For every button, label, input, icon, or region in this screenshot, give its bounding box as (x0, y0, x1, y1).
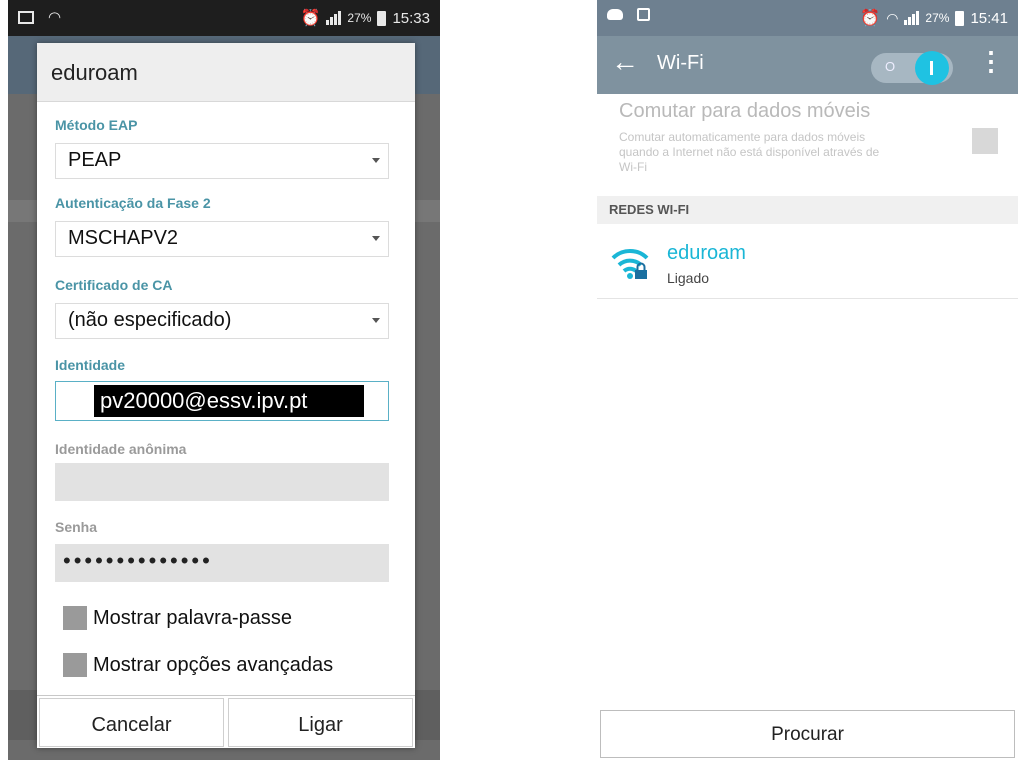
ca-certificate-label: Certificado de CA (55, 277, 173, 293)
password-input[interactable]: •••••••••••••• (55, 544, 389, 582)
status-bar: ◠ ⏰ 27% 15:33 (8, 0, 440, 36)
status-bar: ⏰ ◠ 27% 15:41 (597, 0, 1018, 36)
shopping-bag-icon (637, 8, 650, 21)
checkbox-icon (63, 653, 87, 677)
left-phone-screen: ◠ ⏰ 27% 15:33 eduroam Método EAP PEAP Au… (8, 0, 440, 760)
dropdown-arrow-icon (372, 158, 380, 163)
eap-method-select[interactable]: PEAP (55, 143, 389, 179)
phase2-select[interactable]: MSCHAPV2 (55, 221, 389, 257)
battery-icon (955, 10, 965, 26)
alarm-icon: ⏰ (860, 10, 881, 27)
app-bar: ← Wi-Fi O ⋮ (597, 36, 1018, 94)
page-title: Wi-Fi (657, 52, 704, 74)
ca-certificate-select[interactable]: (não especificado) (55, 303, 389, 339)
toggle-knob (915, 51, 949, 85)
image-notification-icon (18, 10, 34, 24)
wifi-toggle[interactable]: O (871, 51, 953, 85)
password-value: •••••••••••••• (63, 548, 213, 573)
wifi-status-icon: ◠ (48, 9, 62, 26)
section-header-label: REDES WI-FI (609, 202, 690, 217)
cloud-upload-icon (607, 9, 623, 20)
battery-percent: 27% (347, 11, 372, 25)
eduroam-config-dialog: eduroam Método EAP PEAP Autenticação da … (37, 43, 415, 748)
switch-mobile-data-desc: Comutar automaticamente para dados móvei… (619, 130, 880, 174)
clock: 15:33 (392, 9, 430, 27)
wifi-lock-icon (611, 248, 649, 279)
cancel-button[interactable]: Cancelar (39, 698, 224, 747)
checkbox-icon (63, 606, 87, 630)
show-password-label: Mostrar palavra-passe (93, 606, 292, 629)
alarm-icon: ⏰ (300, 10, 321, 27)
show-advanced-checkbox[interactable]: Mostrar opções avançadas (63, 652, 333, 678)
dropdown-arrow-icon (372, 318, 380, 323)
network-row-eduroam[interactable]: eduroam Ligado (597, 226, 1018, 299)
battery-icon (377, 10, 387, 26)
back-arrow-icon[interactable]: ← (611, 46, 639, 78)
network-status: Ligado (667, 270, 710, 286)
switch-mobile-data-title: Comutar para dados móveis (619, 100, 871, 122)
dialog-title: eduroam (37, 43, 415, 102)
switch-mobile-data-checkbox[interactable] (972, 128, 998, 154)
battery-percent: 27% (925, 11, 950, 25)
eap-method-value: PEAP (68, 149, 122, 171)
toggle-off-mark: O (885, 59, 896, 74)
password-label: Senha (55, 519, 98, 535)
eap-method-label: Método EAP (55, 117, 138, 133)
dropdown-arrow-icon (372, 236, 380, 241)
dialog-buttons: Cancelar Ligar (37, 695, 415, 749)
right-phone-screen: ⏰ ◠ 27% 15:41 ← Wi-Fi O ⋮ Comutar para d… (597, 0, 1018, 760)
more-options-icon[interactable]: ⋮ (978, 46, 1004, 77)
network-name: eduroam (667, 242, 746, 264)
identity-input[interactable]: pv20000@essv.ipv.pt (55, 381, 389, 421)
clock: 15:41 (970, 9, 1008, 27)
identity-value: pv20000@essv.ipv.pt (94, 385, 364, 417)
signal-icon (326, 11, 342, 25)
show-advanced-label: Mostrar opções avançadas (93, 653, 334, 676)
search-button[interactable]: Procurar (600, 710, 1015, 758)
connect-button[interactable]: Ligar (228, 698, 413, 747)
show-password-checkbox[interactable]: Mostrar palavra-passe (63, 605, 292, 631)
anonymous-identity-label: Identidade anônima (55, 441, 187, 457)
signal-icon (904, 11, 920, 25)
identity-label: Identidade (55, 357, 126, 373)
wifi-networks-header: REDES WI-FI (597, 196, 1018, 224)
phase2-value: MSCHAPV2 (68, 227, 179, 249)
anonymous-identity-input[interactable] (55, 463, 389, 501)
ca-certificate-value: (não especificado) (68, 309, 232, 331)
wifi-status-icon: ◠ (886, 9, 899, 26)
phase2-label: Autenticação da Fase 2 (55, 195, 211, 211)
